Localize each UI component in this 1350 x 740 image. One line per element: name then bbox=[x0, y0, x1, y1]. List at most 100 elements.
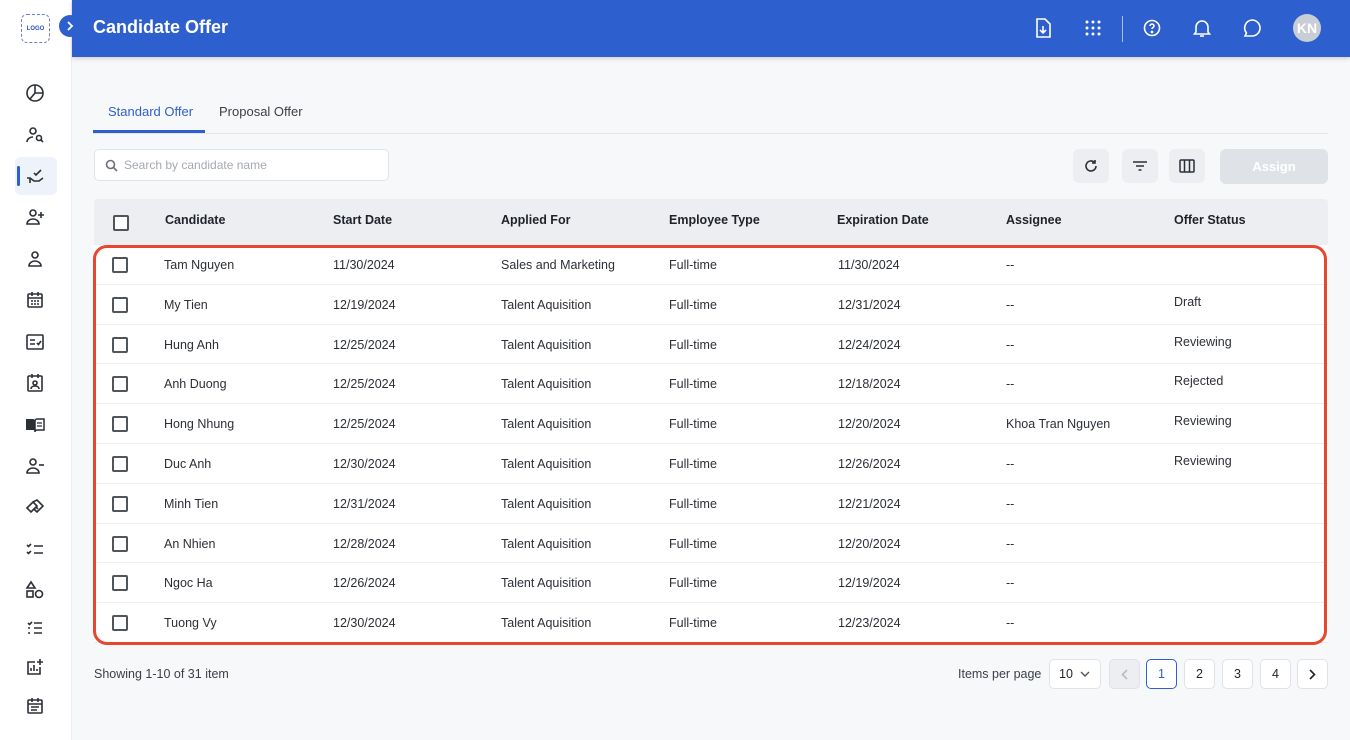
columns-button[interactable] bbox=[1169, 149, 1205, 183]
help-icon[interactable] bbox=[1140, 16, 1164, 40]
cell-start-date: 12/19/2024 bbox=[333, 297, 396, 312]
cell-employee-type: Full-time bbox=[669, 496, 717, 511]
remove-user-icon[interactable] bbox=[23, 454, 47, 478]
chat-icon[interactable] bbox=[1240, 16, 1264, 40]
previous-page-button[interactable] bbox=[1109, 659, 1140, 689]
cell-candidate[interactable]: Ngoc Ha bbox=[164, 576, 213, 590]
book-icon[interactable] bbox=[23, 413, 47, 437]
download-file-icon[interactable] bbox=[1031, 16, 1055, 40]
filter-button[interactable] bbox=[1122, 149, 1158, 183]
cell-offer-status: Rejected bbox=[1174, 374, 1224, 389]
notification-bell-icon[interactable] bbox=[1190, 16, 1214, 40]
search-icon bbox=[105, 159, 118, 172]
table-row[interactable]: An Nhien 12/28/2024 Talent Aquisition Full-… bbox=[94, 523, 1328, 564]
cell-candidate[interactable]: An Nhien bbox=[164, 537, 215, 551]
handshake-icon[interactable] bbox=[23, 496, 47, 520]
select-all-checkbox[interactable] bbox=[113, 215, 129, 231]
row-checkbox[interactable] bbox=[112, 455, 128, 472]
report-chart-icon[interactable] bbox=[23, 655, 47, 679]
page-button-4[interactable]: 4 bbox=[1260, 659, 1291, 689]
column-header-expiration-date[interactable]: Expiration Date bbox=[837, 213, 929, 227]
apps-grid-icon[interactable] bbox=[1081, 16, 1105, 40]
items-per-page-select[interactable]: 10 bbox=[1049, 659, 1101, 689]
cell-candidate[interactable]: Tam Nguyen bbox=[164, 258, 234, 272]
active-tab-underline bbox=[93, 130, 205, 133]
table-row[interactable]: My Tien 12/19/2024 Talent Aquisition Full-t… bbox=[94, 284, 1328, 325]
cell-candidate[interactable]: Minh Tien bbox=[164, 497, 218, 511]
table-row[interactable]: Hung Anh 12/25/2024 Talent Aquisition Full-… bbox=[94, 324, 1328, 365]
tasks-icon[interactable] bbox=[23, 537, 47, 561]
row-checkbox[interactable] bbox=[112, 615, 128, 632]
columns-icon bbox=[1179, 159, 1195, 173]
cell-candidate[interactable]: Tuong Vy bbox=[164, 616, 217, 630]
cell-employee-type: Full-time bbox=[669, 417, 717, 432]
cell-expiration-date: 12/21/2024 bbox=[838, 496, 901, 511]
table-row[interactable]: Tuong Vy 12/30/2024 Talent Aquisition Full-… bbox=[94, 603, 1328, 643]
column-header-applied-for[interactable]: Applied For bbox=[501, 213, 570, 227]
schedule-icon[interactable] bbox=[23, 694, 47, 718]
row-checkbox[interactable] bbox=[112, 495, 128, 512]
cell-expiration-date: 12/31/2024 bbox=[838, 297, 901, 312]
chevron-left-icon bbox=[1121, 668, 1128, 680]
id-card-icon[interactable] bbox=[23, 371, 47, 395]
row-checkbox[interactable] bbox=[112, 257, 128, 273]
table-row[interactable]: Minh Tien 12/31/2024 Talent Aquisition Full… bbox=[94, 483, 1328, 524]
table-row[interactable]: Ngoc Ha 12/26/2024 Talent Aquisition Full-t… bbox=[94, 563, 1328, 604]
row-checkbox[interactable] bbox=[112, 416, 128, 433]
shapes-icon[interactable] bbox=[23, 578, 47, 602]
column-header-offer-status[interactable]: Offer Status bbox=[1174, 213, 1246, 227]
add-user-icon[interactable] bbox=[23, 205, 47, 229]
dashboard-icon[interactable] bbox=[23, 81, 47, 105]
page-button-3[interactable]: 3 bbox=[1222, 659, 1253, 689]
table-row[interactable]: Hong Nhung 12/25/2024 Talent Aquisition Ful… bbox=[94, 404, 1328, 444]
row-checkbox[interactable] bbox=[112, 535, 128, 552]
user-avatar[interactable]: KN bbox=[1293, 14, 1321, 42]
calendar-icon[interactable] bbox=[23, 288, 47, 312]
person-icon[interactable] bbox=[23, 247, 47, 271]
next-page-button[interactable] bbox=[1297, 659, 1328, 689]
table-row[interactable]: Tam Nguyen 11/30/2024 Sales and Marketing F… bbox=[94, 245, 1328, 285]
cell-employee-type: Full-time bbox=[669, 536, 717, 551]
cell-start-date: 12/30/2024 bbox=[333, 616, 396, 631]
list-icon[interactable] bbox=[23, 616, 47, 640]
cell-expiration-date: 12/20/2024 bbox=[838, 417, 901, 432]
checklist-form-icon[interactable] bbox=[23, 330, 47, 354]
offer-hand-check-icon[interactable] bbox=[23, 164, 47, 188]
cell-applied-for: Talent Aquisition bbox=[501, 616, 592, 631]
cell-assignee: -- bbox=[1006, 377, 1015, 392]
search-input[interactable] bbox=[124, 158, 374, 172]
cell-employee-type: Full-time bbox=[669, 576, 717, 591]
cell-assignee: -- bbox=[1006, 496, 1015, 511]
row-checkbox[interactable] bbox=[112, 296, 128, 313]
sidebar-expand-button[interactable] bbox=[59, 15, 81, 37]
row-checkbox[interactable] bbox=[112, 376, 128, 393]
cell-assignee: -- bbox=[1006, 576, 1015, 591]
cell-candidate[interactable]: Hung Anh bbox=[164, 338, 219, 352]
cell-assignee: -- bbox=[1006, 536, 1015, 551]
column-header-assignee[interactable]: Assignee bbox=[1006, 213, 1062, 227]
cell-expiration-date: 12/24/2024 bbox=[838, 337, 901, 352]
cell-candidate[interactable]: Hong Nhung bbox=[164, 417, 234, 431]
cell-applied-for: Talent Aquisition bbox=[501, 496, 592, 511]
row-checkbox[interactable] bbox=[112, 575, 128, 592]
column-header-start-date[interactable]: Start Date bbox=[333, 213, 392, 227]
tab-standard-offer[interactable]: Standard Offer bbox=[108, 104, 193, 119]
column-header-candidate[interactable]: Candidate bbox=[165, 213, 225, 227]
items-per-page-label: Items per page bbox=[958, 667, 1042, 681]
cell-start-date: 11/30/2024 bbox=[333, 258, 395, 272]
candidate-search-icon[interactable] bbox=[23, 123, 47, 147]
refresh-button[interactable] bbox=[1073, 149, 1109, 183]
pagination-summary: Showing 1-10 of 31 item bbox=[94, 667, 229, 681]
table-row[interactable]: Duc Anh 12/30/2024 Talent Aquisition Full-t… bbox=[94, 443, 1328, 484]
table-row[interactable]: Anh Duong 12/25/2024 Talent Aquisition Full… bbox=[94, 364, 1328, 405]
cell-candidate[interactable]: My Tien bbox=[164, 298, 208, 312]
cell-candidate[interactable]: Duc Anh bbox=[164, 457, 211, 471]
page-button-2[interactable]: 2 bbox=[1184, 659, 1215, 689]
row-checkbox[interactable] bbox=[112, 336, 128, 353]
tab-proposal-offer[interactable]: Proposal Offer bbox=[219, 104, 303, 119]
column-header-employee-type[interactable]: Employee Type bbox=[669, 213, 760, 227]
cell-candidate[interactable]: Anh Duong bbox=[164, 377, 227, 391]
page-button-1[interactable]: 1 bbox=[1146, 659, 1177, 689]
assign-button[interactable]: Assign bbox=[1220, 149, 1328, 184]
cell-start-date: 12/28/2024 bbox=[333, 536, 396, 551]
